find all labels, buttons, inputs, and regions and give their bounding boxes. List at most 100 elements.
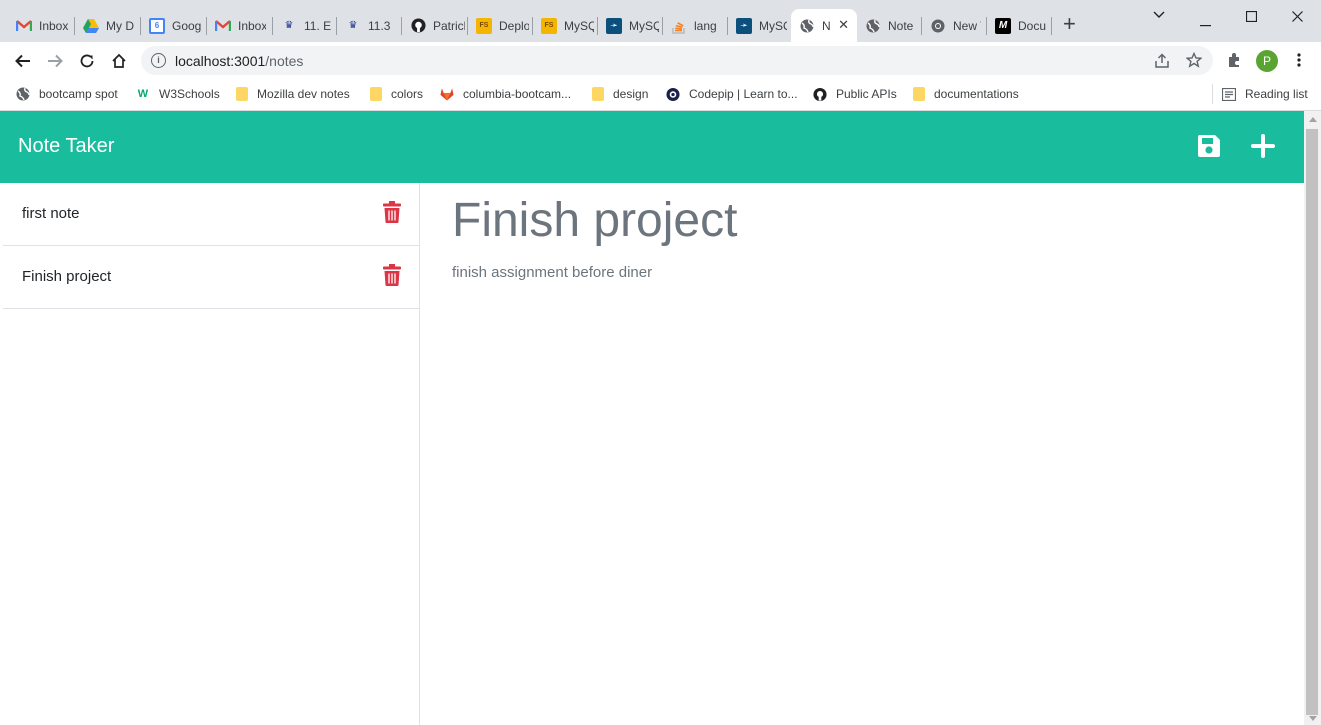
maximize-button[interactable] xyxy=(1245,9,1258,25)
bookmark-mozilla-dev-notes[interactable]: Mozilla dev notes xyxy=(236,85,350,103)
tab-mysql[interactable]: ➛ MySQL xyxy=(598,9,663,42)
back-button[interactable] xyxy=(13,51,33,71)
note-text-area[interactable]: finish assignment before diner xyxy=(452,264,652,281)
folder-icon xyxy=(913,87,925,101)
tab-label: Inbox xyxy=(39,18,69,33)
folder-icon xyxy=(236,87,248,101)
notes-list: first note Finish project xyxy=(0,183,420,725)
reload-button[interactable] xyxy=(77,51,97,71)
bookmarks-bar: bootcamp spot W W3Schools Mozilla dev no… xyxy=(0,79,1321,111)
gmail-icon xyxy=(16,18,32,34)
save-note-icon[interactable] xyxy=(1196,133,1222,159)
scrollbar-thumb[interactable] xyxy=(1306,129,1318,715)
tab-label: New Tab xyxy=(953,18,981,33)
tab-note[interactable]: Note xyxy=(857,9,922,42)
tab-label: 11.3 xyxy=(368,18,391,33)
tab-label: MySQL xyxy=(629,18,659,33)
page-scrollbar[interactable] xyxy=(1304,111,1321,725)
profile-avatar[interactable]: P xyxy=(1256,50,1278,72)
bookmark-documentations[interactable]: documentations xyxy=(913,85,1019,103)
tab-label: 11. E xyxy=(304,18,332,33)
tab-label: lang xyxy=(694,18,717,33)
browser-toolbar: i localhost:3001/notes P xyxy=(0,42,1321,79)
share-icon[interactable] xyxy=(1154,53,1170,73)
tab-stackoverflow[interactable]: lang xyxy=(663,9,728,42)
new-note-icon[interactable] xyxy=(1250,133,1276,159)
app-navbar: Note Taker xyxy=(0,111,1304,183)
site-info-icon[interactable]: i xyxy=(151,53,166,68)
tab-module-11e[interactable]: ♛ 11. E xyxy=(273,9,337,42)
tab-inbox-2[interactable]: Inbox xyxy=(207,9,273,42)
fs-icon: FS xyxy=(476,17,492,34)
github-icon xyxy=(813,87,827,101)
bookmark-bootcamp-spot[interactable]: bootcamp spot xyxy=(16,85,118,103)
bootcamp-icon: ♛ xyxy=(284,20,294,31)
tab-deploy[interactable]: FS Deploy xyxy=(468,9,533,42)
tab-label: Note xyxy=(888,18,914,33)
gitlab-icon xyxy=(440,87,454,101)
note-title[interactable]: Finish project xyxy=(22,268,111,285)
tab-new-tab[interactable]: New Tab xyxy=(922,9,987,42)
tab-google-calendar[interactable]: 6 Google Calendar xyxy=(141,9,207,42)
tab-mysql-fs[interactable]: FS MySQL xyxy=(533,9,598,42)
trash-icon[interactable] xyxy=(383,201,401,223)
mysql-icon: ➛ xyxy=(606,17,622,34)
calendar-icon: 6 xyxy=(149,17,165,34)
bookmark-w3schools[interactable]: W W3Schools xyxy=(136,85,220,103)
browser-menu-icon[interactable] xyxy=(1297,53,1301,72)
tab-search-icon[interactable] xyxy=(1153,6,1165,22)
reading-list-icon xyxy=(1222,87,1236,101)
tab-label: Note Taker xyxy=(822,18,830,33)
tab-label: Docu xyxy=(1018,18,1047,33)
folder-icon xyxy=(370,87,382,101)
bookmark-star-icon[interactable] xyxy=(1185,51,1203,73)
tab-label: Deploy xyxy=(499,18,529,33)
note-editor: Finish project finish assignment before … xyxy=(420,183,1304,725)
codepip-icon xyxy=(666,87,680,101)
tab-docu[interactable]: M Docu xyxy=(987,9,1052,42)
extensions-icon[interactable] xyxy=(1226,52,1242,73)
url-text: localhost:3001/notes xyxy=(175,53,304,69)
tab-my-drive[interactable]: My Drive xyxy=(75,9,141,42)
close-tab-icon[interactable]: ✕ xyxy=(838,17,849,33)
bookmark-codepip[interactable]: Codepip | Learn to... xyxy=(666,85,798,103)
tab-module-113[interactable]: ♛ 11.3 xyxy=(337,9,402,42)
tab-mysql-2[interactable]: ➛ MySQL xyxy=(728,9,791,42)
list-item[interactable]: Finish project xyxy=(3,246,419,309)
tab-label: Inbox xyxy=(238,18,266,33)
drive-icon xyxy=(83,18,99,34)
tab-note-taker-active[interactable]: Note Taker ✕ xyxy=(791,9,857,42)
close-window-button[interactable] xyxy=(1292,9,1303,25)
bookmark-design[interactable]: design xyxy=(592,85,648,103)
new-tab-button[interactable]: + xyxy=(1063,12,1076,36)
home-button[interactable] xyxy=(109,51,129,71)
list-item[interactable]: first note xyxy=(3,183,419,246)
gmail-icon xyxy=(215,18,231,34)
app-brand-title[interactable]: Note Taker xyxy=(18,135,114,158)
bootcamp-icon: ♛ xyxy=(348,20,358,31)
tab-label: Google Calendar xyxy=(172,18,202,33)
scroll-up-icon[interactable] xyxy=(1309,117,1317,122)
note-title[interactable]: first note xyxy=(22,205,80,222)
note-title-input[interactable]: Finish project xyxy=(452,193,737,248)
reading-list-button[interactable]: Reading list xyxy=(1222,85,1308,103)
address-bar[interactable]: i localhost:3001/notes xyxy=(141,46,1213,75)
bookmark-colors[interactable]: colors xyxy=(370,85,423,103)
tab-label: Patrick xyxy=(433,18,465,33)
forward-button[interactable] xyxy=(45,51,65,71)
tab-label: MySQL xyxy=(564,18,594,33)
bookmark-public-apis[interactable]: Public APIs xyxy=(813,85,897,103)
globe-icon xyxy=(865,18,881,34)
fs-icon: FS xyxy=(541,17,557,34)
chrome-icon xyxy=(930,18,946,34)
mysql-icon: ➛ xyxy=(736,17,752,34)
minimize-button[interactable] xyxy=(1200,14,1211,30)
bookmark-columbia-bootcamp[interactable]: columbia-bootcam... xyxy=(440,85,571,103)
scroll-down-icon[interactable] xyxy=(1309,716,1317,721)
tab-inbox[interactable]: Inbox xyxy=(8,9,75,42)
trash-icon[interactable] xyxy=(383,264,401,286)
page-viewport: Note Taker first note Finish project Fin… xyxy=(0,111,1304,725)
tab-github-patrick[interactable]: Patrick xyxy=(402,9,468,42)
tab-label: MySQL xyxy=(759,18,787,33)
stackoverflow-icon xyxy=(671,18,687,34)
